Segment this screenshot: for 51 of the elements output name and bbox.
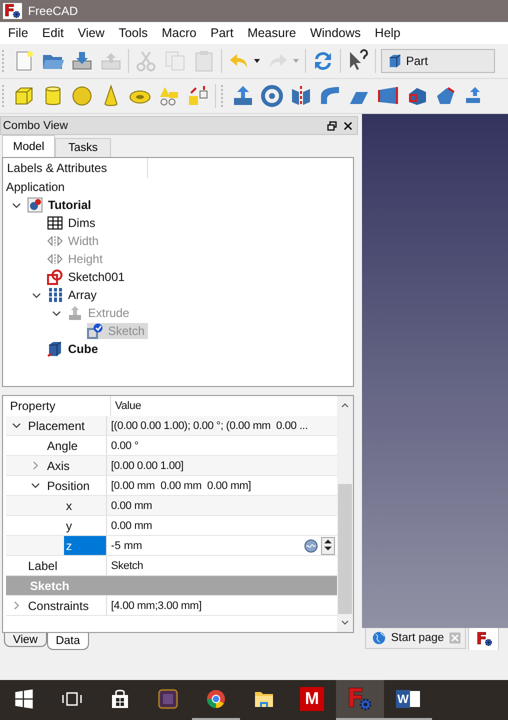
- column-header: Labels & Attributes: [7, 161, 108, 175]
- tree-item[interactable]: Array: [68, 288, 97, 302]
- property-value: 0.00 mm: [110, 498, 152, 514]
- logo-icon: F: [3, 3, 22, 19]
- tree-item[interactable]: Tutorial: [48, 198, 92, 212]
- document-tab[interactable]: Start page: [365, 628, 466, 649]
- property-name[interactable]: Angle: [45, 436, 106, 455]
- tree-item[interactable]: Dims: [68, 216, 96, 230]
- tree-item[interactable]: Sketch001: [68, 270, 125, 284]
- workbench-dropdown[interactable]: Part: [381, 49, 495, 73]
- property-value: [0.00 0.00 1.00]: [110, 458, 184, 474]
- property-name[interactable]: Placement: [26, 416, 106, 435]
- value-field[interactable]: -5 mm: [107, 540, 301, 552]
- taskbar-button[interactable]: W: [384, 680, 432, 720]
- window-title: FreeCAD: [28, 4, 78, 18]
- tab[interactable]: Data: [46, 633, 90, 650]
- property-value: [(0.00 0.00 1.00); 0.00 °; (0.00 mm 0.00 ...: [110, 418, 308, 434]
- menu-item[interactable]: Tools: [112, 26, 156, 40]
- menu-item[interactable]: View: [72, 26, 113, 40]
- menu-item[interactable]: Part: [204, 26, 242, 40]
- taskbar-button[interactable]: M: [288, 680, 336, 720]
- property-name[interactable]: Position: [45, 476, 106, 495]
- menu-item[interactable]: Windows: [304, 26, 369, 40]
- tree-root: Application: [5, 179, 66, 196]
- tab[interactable]: Tasks: [55, 138, 111, 157]
- property-name[interactable]: y: [64, 516, 106, 535]
- panel-title: Combo View: [3, 120, 68, 132]
- tab[interactable]: View: [4, 633, 47, 647]
- menu-item[interactable]: Measure: [241, 26, 304, 40]
- property-name[interactable]: Label: [26, 556, 106, 575]
- document-tab[interactable]: F: [468, 628, 500, 651]
- menu-item[interactable]: Help: [368, 26, 409, 40]
- property-value: [4.00 mm;3.00 mm]: [110, 598, 202, 614]
- property-value: Sketch: [110, 558, 144, 574]
- menu-item[interactable]: File: [2, 26, 36, 40]
- tab[interactable]: Model: [2, 135, 56, 157]
- property-value: 0.00 mm: [110, 518, 152, 534]
- column-header: Value: [114, 399, 142, 414]
- value-editor[interactable]: -5 mm: [107, 536, 337, 555]
- app-icon: M: [300, 687, 324, 711]
- property-value: [0.00 mm 0.00 mm 0.00 mm]: [110, 478, 251, 494]
- logo-icon: F: [475, 631, 494, 647]
- property-name[interactable]: Constraints: [26, 596, 106, 615]
- group-header: Sketch: [6, 576, 337, 596]
- menu-item[interactable]: Edit: [36, 26, 72, 40]
- tree-item[interactable]: Cube: [68, 342, 98, 356]
- menu-item[interactable]: Macro: [156, 26, 204, 40]
- property-value: 0.00 °: [110, 438, 138, 454]
- property-name[interactable]: x: [64, 496, 106, 515]
- property-name[interactable]: Axis: [45, 456, 106, 475]
- property-name[interactable]: z: [64, 536, 106, 555]
